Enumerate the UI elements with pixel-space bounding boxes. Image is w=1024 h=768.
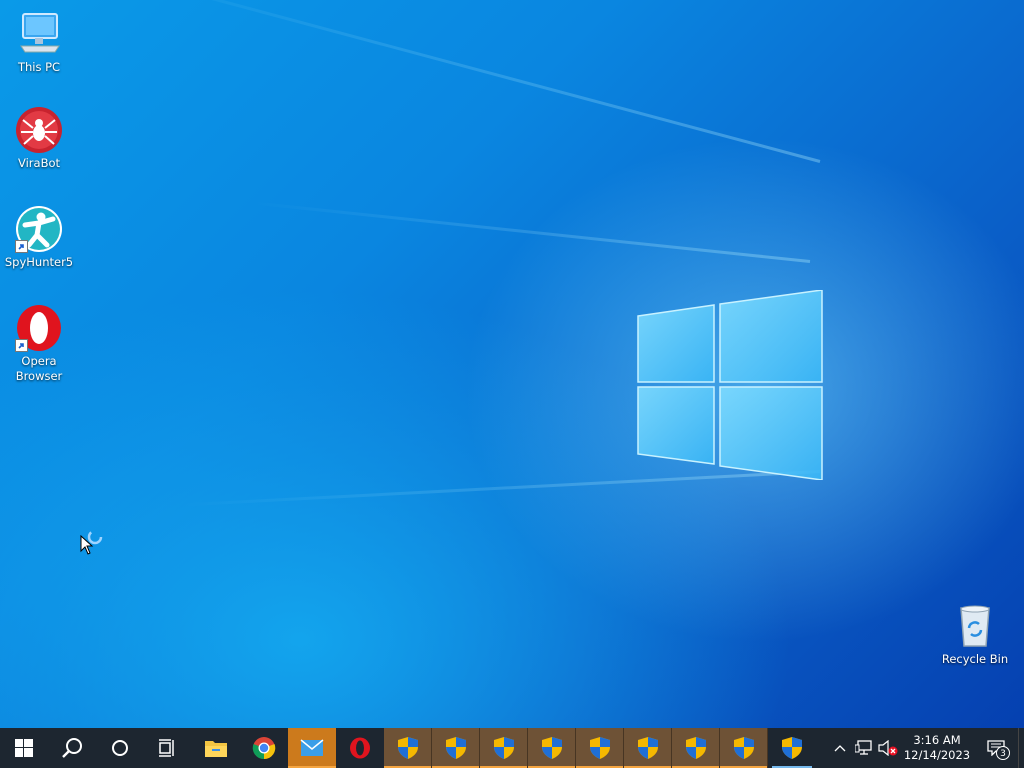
uac-shield-icon: [493, 737, 514, 759]
taskbar-uac-window[interactable]: [624, 728, 672, 768]
windows-wallpaper-logo: [637, 290, 823, 480]
desktop-icon-label: This PC: [17, 60, 61, 74]
clock-date: 12/14/2023: [903, 748, 971, 762]
show-hidden-icons-button[interactable]: [828, 728, 852, 768]
recycle-bin-icon: [951, 602, 999, 650]
search-icon: [62, 738, 82, 758]
uac-shield-icon: [589, 737, 610, 759]
task-view-button[interactable]: [144, 728, 192, 768]
taskbar-uac-window[interactable]: [576, 728, 624, 768]
task-view-icon: [159, 739, 174, 757]
desktop-icon-label: Recycle Bin: [941, 652, 1009, 666]
chrome-icon: [252, 737, 276, 760]
desktop-icon-opera[interactable]: Opera Browser: [1, 304, 77, 384]
show-desktop-button[interactable]: [1018, 728, 1024, 768]
taskbar-uac-active[interactable]: [768, 728, 816, 768]
notification-count-badge: 3: [996, 746, 1010, 760]
mail-icon: [300, 739, 324, 756]
desktop-icon-virabot[interactable]: ViraBot: [1, 106, 77, 171]
taskbar-file-explorer[interactable]: [192, 728, 240, 768]
mouse-pointer-icon: [80, 535, 94, 555]
taskbar-uac-window[interactable]: [720, 728, 768, 768]
taskbar-uac-window[interactable]: [432, 728, 480, 768]
uac-shield-icon: [541, 737, 562, 759]
desktop-icon-label: ViraBot: [17, 156, 61, 170]
taskbar-mail[interactable]: [288, 728, 336, 768]
taskbar-uac-window[interactable]: [480, 728, 528, 768]
desktop-icon-spyhunter[interactable]: SpyHunter5: [1, 205, 77, 270]
network-icon: [855, 740, 872, 755]
desktop-icon-label: Opera Browser: [15, 354, 63, 383]
cortana-circle-icon: [112, 740, 128, 756]
taskbar: 3:16 AM 12/14/2023 3: [0, 728, 1024, 768]
wallpaper-light-beam: [252, 201, 811, 263]
volume-muted-icon: [878, 740, 898, 756]
chevron-up-icon: [834, 745, 846, 752]
file-explorer-icon: [205, 741, 227, 757]
uac-shield-icon: [685, 737, 706, 759]
uac-shield-icon: [733, 737, 754, 759]
opera-icon: [350, 737, 370, 759]
spyhunter-icon: [15, 205, 63, 253]
uac-window-group: [384, 728, 768, 768]
opera-icon: [15, 304, 63, 352]
shortcut-arrow-icon: [15, 240, 28, 253]
shortcut-arrow-icon: [15, 339, 28, 352]
clock[interactable]: 3:16 AM 12/14/2023: [900, 733, 974, 763]
volume-button[interactable]: [876, 728, 900, 768]
desktop-background[interactable]: This PC ViraBot SpyHunter5 Opera Browser…: [0, 0, 1024, 728]
system-tray: 3:16 AM 12/14/2023 3: [828, 728, 1024, 768]
uac-shield-icon: [782, 737, 802, 759]
taskbar-uac-window[interactable]: [672, 728, 720, 768]
cortana-button[interactable]: [96, 728, 144, 768]
taskbar-uac-window[interactable]: [528, 728, 576, 768]
desktop-icon-this-pc[interactable]: This PC: [1, 10, 77, 75]
uac-shield-icon: [397, 737, 418, 759]
uac-shield-icon: [445, 737, 466, 759]
network-button[interactable]: [852, 728, 876, 768]
taskbar-chrome[interactable]: [240, 728, 288, 768]
uac-shield-icon: [637, 737, 658, 759]
start-button[interactable]: [0, 728, 48, 768]
taskbar-uac-window[interactable]: [384, 728, 432, 768]
search-button[interactable]: [48, 728, 96, 768]
wallpaper-light-beam: [114, 0, 821, 163]
this-pc-icon: [15, 10, 63, 58]
clock-time: 3:16 AM: [913, 733, 961, 747]
virabot-spider-icon: [15, 106, 63, 154]
desktop-icon-label: SpyHunter5: [4, 255, 74, 269]
action-center-button[interactable]: 3: [974, 728, 1018, 768]
desktop-icon-recycle-bin[interactable]: Recycle Bin: [937, 602, 1013, 667]
taskbar-opera[interactable]: [336, 728, 384, 768]
windows-start-icon: [15, 739, 33, 757]
